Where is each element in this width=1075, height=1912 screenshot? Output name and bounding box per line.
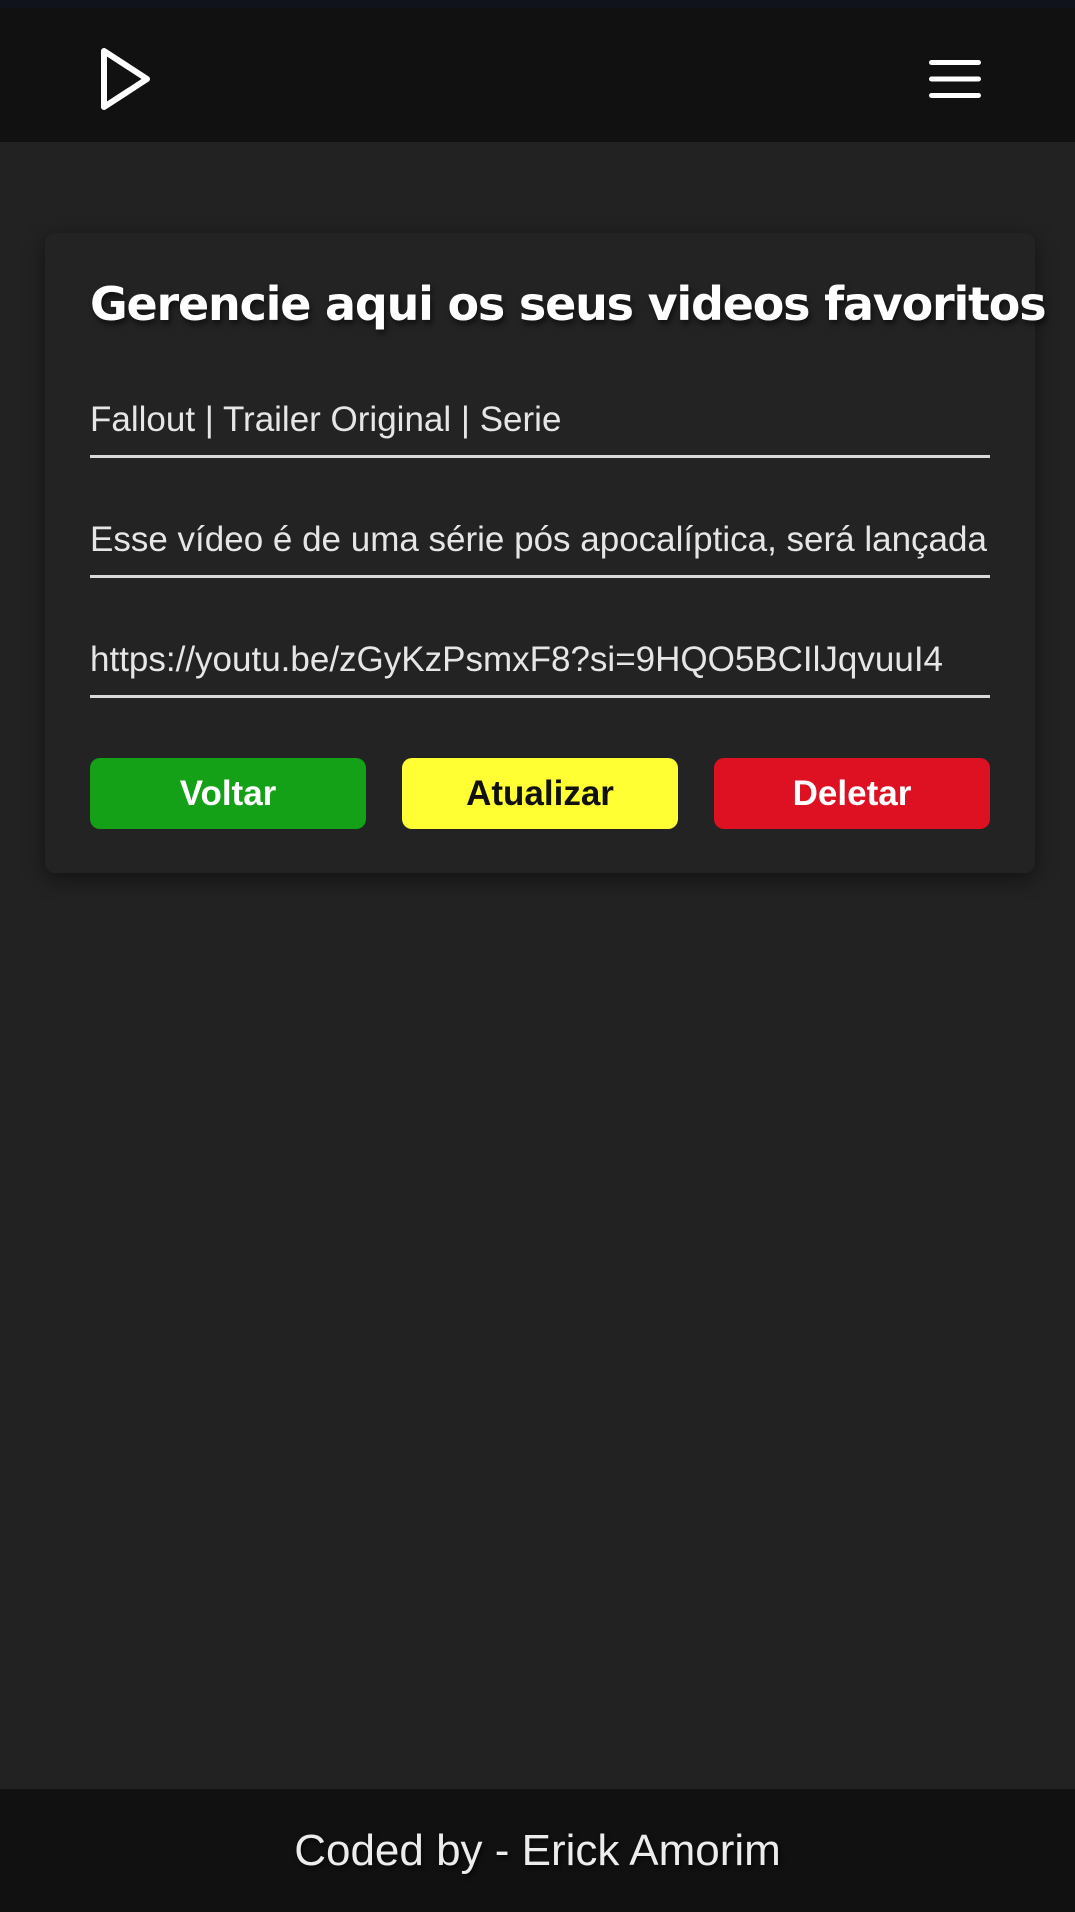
page-footer: Coded by - Erick Amorim xyxy=(0,1789,1075,1912)
video-title-input[interactable] xyxy=(90,384,990,458)
hamburger-menu-icon[interactable] xyxy=(926,54,984,104)
play-icon[interactable] xyxy=(98,46,152,112)
delete-button[interactable]: Deletar xyxy=(714,758,990,829)
update-button[interactable]: Atualizar xyxy=(402,758,678,829)
video-description-input[interactable] xyxy=(90,504,990,578)
status-strip xyxy=(0,0,1075,8)
app-header xyxy=(0,8,1075,142)
video-url-input[interactable] xyxy=(90,624,990,698)
edit-video-card: Gerencie aqui os seus videos favoritos V… xyxy=(45,233,1047,873)
page-title: Gerencie aqui os seus videos favoritos xyxy=(90,277,1047,331)
footer-credit: Coded by - Erick Amorim xyxy=(294,1825,781,1875)
back-button[interactable]: Voltar xyxy=(90,758,366,829)
